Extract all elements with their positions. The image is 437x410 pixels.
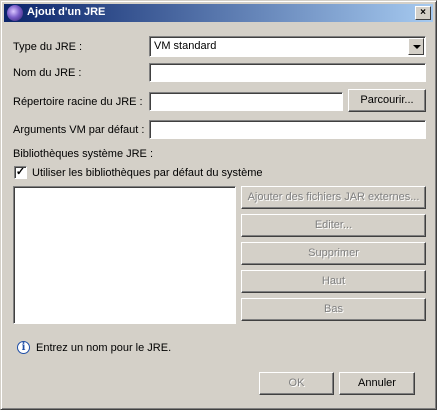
down-button[interactable]: Bas <box>241 298 426 321</box>
status-message: Entrez un nom pour le JRE. <box>36 342 172 354</box>
add-jre-dialog: Ajout d'un JRE × Type du JRE : VM standa… <box>0 0 437 410</box>
close-button[interactable]: × <box>415 6 431 20</box>
vm-args-label: Arguments VM par défaut : <box>13 124 145 136</box>
cancel-button[interactable]: Annuler <box>339 372 415 395</box>
jre-home-input[interactable] <box>150 93 342 110</box>
edit-button[interactable]: Editer... <box>241 214 426 237</box>
title-bar[interactable]: Ajout d'un JRE × <box>4 4 433 22</box>
jre-type-label: Type du JRE : <box>13 41 83 53</box>
system-libraries-list[interactable] <box>13 186 236 324</box>
jre-home-field-wrap <box>149 92 343 111</box>
jre-type-value: VM standard <box>154 40 217 52</box>
system-libraries-label: Bibliothèques système JRE : <box>13 148 154 160</box>
jre-home-label: Répertoire racine du JRE : <box>13 96 143 108</box>
browse-button[interactable]: Parcourir... <box>348 89 426 112</box>
jre-type-select[interactable]: VM standard <box>149 36 426 57</box>
jre-name-input[interactable] <box>150 64 425 81</box>
info-icon: i <box>17 341 30 354</box>
use-default-libraries-checkbox[interactable]: ✓ <box>14 166 27 179</box>
jre-name-label: Nom du JRE : <box>13 67 82 79</box>
vm-args-field-wrap <box>149 120 426 139</box>
ok-button[interactable]: OK <box>259 372 334 395</box>
vm-args-input[interactable] <box>150 121 425 138</box>
eclipse-icon <box>7 5 23 21</box>
add-external-jars-button[interactable]: Ajouter des fichiers JAR externes... <box>241 186 426 209</box>
window-title: Ajout d'un JRE <box>27 6 106 18</box>
remove-button[interactable]: Supprimer <box>241 242 426 265</box>
up-button[interactable]: Haut <box>241 270 426 293</box>
jre-name-field-wrap <box>149 63 426 82</box>
chevron-down-icon[interactable] <box>408 38 424 55</box>
use-default-libraries-label[interactable]: Utiliser les bibliothèques par défaut du… <box>32 167 263 179</box>
